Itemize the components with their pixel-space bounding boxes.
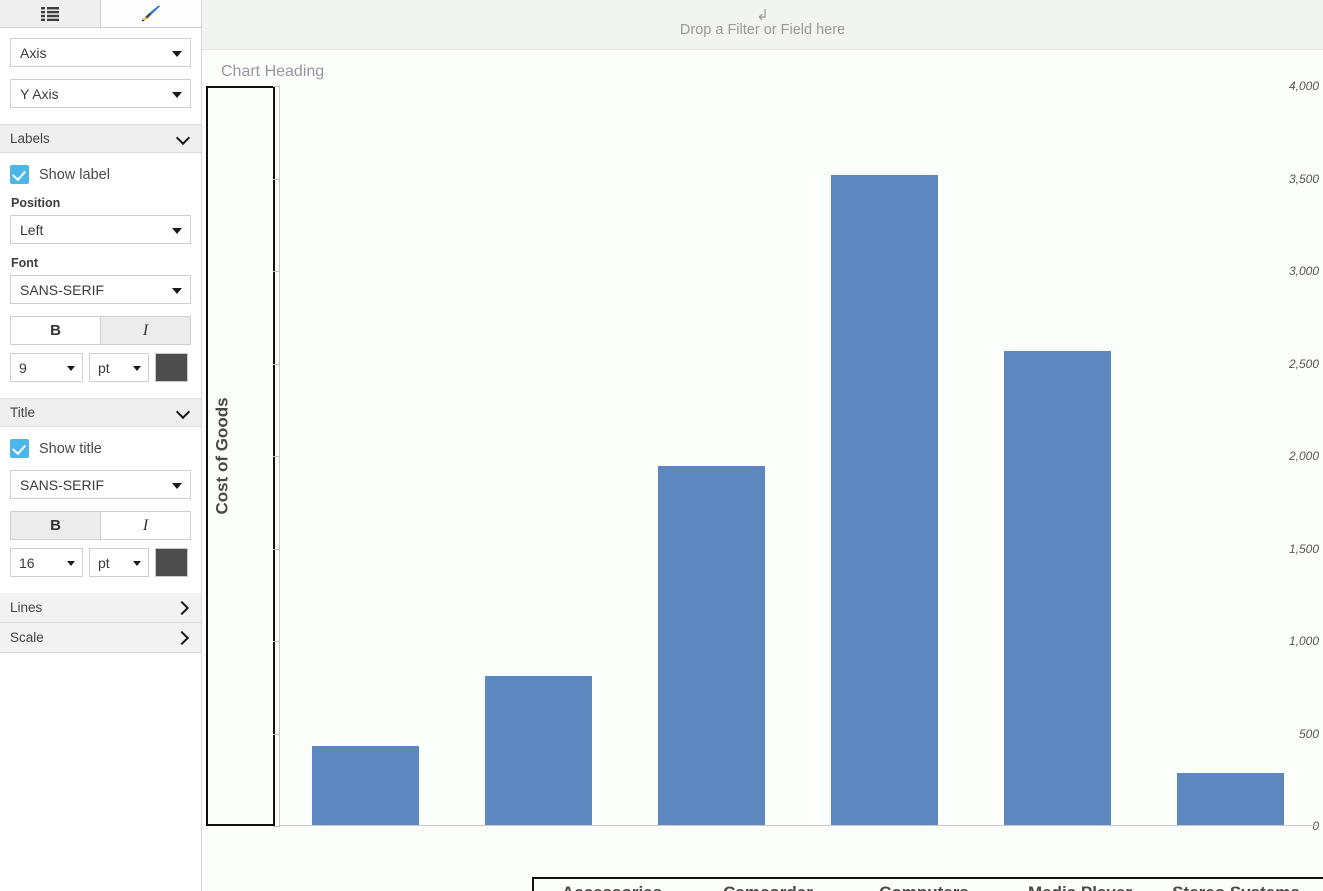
x-axis-tick-label: Computers — [846, 879, 1002, 891]
label-font-unit-dropdown[interactable]: pt — [89, 353, 149, 382]
x-axis-tick-label: Stereo Systems — [1158, 879, 1314, 891]
show-label-checkbox-row[interactable]: Show label — [10, 165, 191, 184]
section-title-labels: Labels — [10, 131, 50, 146]
chevron-down-icon — [172, 227, 182, 234]
chevron-down-icon — [177, 132, 191, 146]
chevron-down-icon — [172, 50, 182, 57]
axis-type-value: Axis — [20, 44, 47, 61]
x-axis-line — [279, 825, 1317, 826]
axis-selectors: Axis Y Axis — [0, 28, 201, 124]
tab-format[interactable] — [100, 0, 201, 27]
drop-arrow-icon: ↲ — [756, 6, 769, 24]
axis-type-dropdown[interactable]: Axis — [10, 38, 191, 67]
format-sidebar: Axis Y Axis Labels Show label Position L… — [0, 0, 202, 891]
axis-target-value: Y Axis — [20, 85, 59, 102]
label-font-size-dropdown[interactable]: 9 — [10, 353, 83, 382]
plot-area — [279, 86, 1317, 826]
show-title-text: Show title — [39, 440, 102, 457]
label-position-value: Left — [20, 221, 44, 238]
label-size-row: 9 pt — [10, 353, 191, 382]
bar-accessories[interactable] — [311, 746, 420, 825]
section-title-lines: Lines — [10, 600, 43, 615]
chevron-down-icon — [172, 91, 182, 98]
x-axis-tick-label: Media Player — [1002, 879, 1158, 891]
chevron-down-icon — [172, 482, 182, 489]
font-field-label: Font — [11, 256, 39, 270]
x-axis-selection-box[interactable]: AccessoriesCamcorderComputersMedia Playe… — [532, 877, 1323, 891]
section-header-scale[interactable]: Scale — [0, 623, 201, 653]
x-axis-tick-label: Televisions — [1314, 879, 1323, 891]
section-header-labels[interactable]: Labels — [0, 124, 201, 153]
tab-data[interactable] — [0, 0, 101, 27]
list-icon — [40, 6, 59, 21]
chevron-down-icon — [177, 406, 191, 420]
chevron-down-icon — [133, 365, 141, 371]
paintbrush-icon — [141, 4, 161, 22]
axis-target-dropdown[interactable]: Y Axis — [10, 79, 191, 108]
show-label-text: Show label — [39, 166, 110, 183]
show-label-checkbox[interactable] — [10, 165, 29, 184]
title-style-buttons: B I — [10, 511, 191, 540]
label-color-swatch[interactable] — [155, 353, 188, 382]
bar-camcorder[interactable] — [484, 676, 593, 825]
chevron-down-icon — [67, 365, 75, 371]
filter-dropzone[interactable]: ↲ Drop a Filter or Field here — [202, 0, 1323, 50]
filter-dropzone-text: Drop a Filter or Field here — [679, 21, 846, 38]
title-font-unit-dropdown[interactable]: pt — [89, 548, 149, 577]
x-axis-tick-labels: AccessoriesCamcorderComputersMedia Playe… — [534, 879, 1323, 891]
bar-stereo-systems[interactable] — [1003, 351, 1112, 825]
title-font-unit-value: pt — [98, 554, 110, 571]
label-italic-button[interactable]: I — [101, 317, 190, 344]
label-font-dropdown[interactable]: SANS-SERIF — [10, 275, 191, 304]
title-bold-button[interactable]: B — [11, 512, 100, 539]
label-style-buttons: B I — [10, 316, 191, 345]
label-font-value: SANS-SERIF — [20, 281, 105, 298]
x-axis-tick-label: Camcorder — [690, 879, 846, 891]
title-font-value: SANS-SERIF — [20, 476, 105, 493]
title-color-swatch[interactable] — [155, 548, 188, 577]
section-header-lines[interactable]: Lines — [0, 593, 201, 623]
chevron-right-icon — [177, 601, 191, 615]
title-size-row: 16 pt — [10, 548, 191, 577]
chart-canvas: Chart Heading Cost of Goods 0 500 1,000 1,5… — [202, 50, 1323, 891]
section-content-labels: Show label Position Left Font SANS-SERIF… — [0, 153, 201, 398]
label-font-size-value: 9 — [19, 359, 27, 376]
section-title-title: Title — [10, 405, 36, 420]
y-axis-tick-mark — [273, 826, 280, 827]
section-header-title[interactable]: Title — [0, 398, 201, 427]
title-font-size-dropdown[interactable]: 16 — [10, 548, 83, 577]
title-font-size-value: 16 — [19, 554, 35, 571]
section-title-scale: Scale — [10, 630, 44, 645]
bar-media-player[interactable] — [830, 174, 939, 825]
label-position-dropdown[interactable]: Left — [10, 215, 191, 244]
sidebar-tabstrip — [0, 0, 201, 28]
x-axis-tick-label: Accessories — [534, 879, 690, 891]
chart-main-area: ↲ Drop a Filter or Field here Chart Head… — [202, 0, 1323, 891]
title-font-dropdown[interactable]: SANS-SERIF — [10, 470, 191, 499]
chevron-down-icon — [133, 560, 141, 566]
chevron-down-icon — [67, 560, 75, 566]
chart-formatting-app: Axis Y Axis Labels Show label Position L… — [0, 0, 1323, 891]
section-content-title: Show title SANS-SERIF B I 16 pt — [0, 427, 201, 593]
label-bold-button[interactable]: B — [11, 317, 100, 344]
chevron-right-icon — [177, 631, 191, 645]
position-field-label: Position — [11, 196, 61, 210]
label-font-unit-value: pt — [98, 359, 110, 376]
show-title-checkbox[interactable] — [10, 439, 29, 458]
chart-heading-placeholder[interactable]: Chart Heading — [221, 63, 324, 81]
bar-televisions[interactable] — [1176, 773, 1285, 825]
sidebar-panel-body: Axis Y Axis Labels Show label Position L… — [0, 28, 201, 653]
show-title-checkbox-row[interactable]: Show title — [10, 439, 191, 458]
y-axis-selection-box[interactable] — [206, 86, 275, 826]
y-axis-line — [279, 86, 280, 826]
chevron-down-icon — [172, 287, 182, 294]
bar-computers[interactable] — [657, 466, 766, 825]
title-italic-button[interactable]: I — [101, 512, 190, 539]
